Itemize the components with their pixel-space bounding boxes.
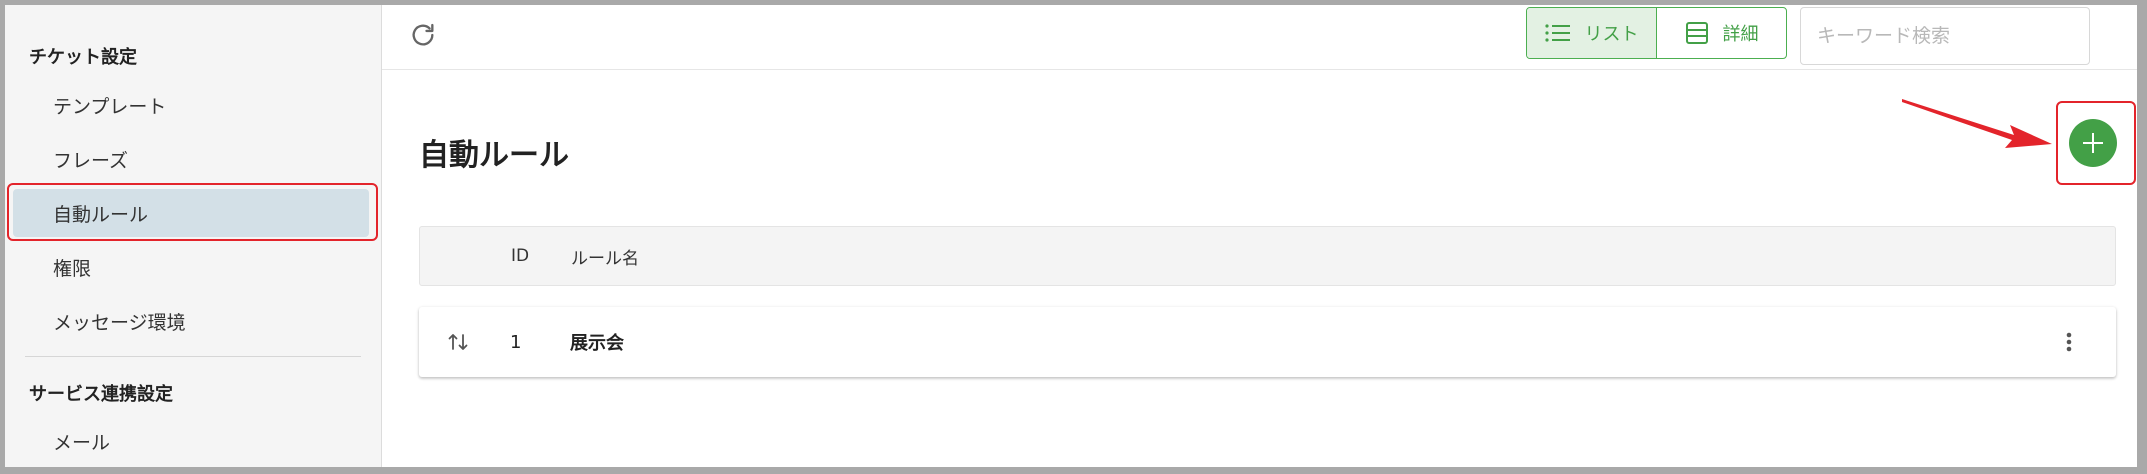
table-header: ID ルール名: [419, 226, 2116, 286]
detail-icon: [1685, 22, 1708, 44]
sidebar-item-mail[interactable]: メール: [13, 417, 369, 465]
sidebar-item-label: 権限: [53, 257, 92, 280]
view-toggle: リスト 詳細: [1526, 7, 1787, 59]
add-rule-button[interactable]: [2069, 119, 2117, 167]
sidebar-item-label: フレーズ: [53, 149, 129, 172]
sidebar-item-label: 自動ルール: [53, 203, 149, 226]
sidebar-item-permissions[interactable]: 権限: [13, 243, 369, 291]
column-header-rule-name: ルール名: [571, 248, 639, 269]
sidebar-item-phrases[interactable]: フレーズ: [13, 135, 369, 183]
sidebar-item-message-environment[interactable]: メッセージ環境: [13, 297, 369, 345]
row-rule-name[interactable]: 展示会: [570, 307, 624, 377]
sidebar-item-label: メッセージ環境: [53, 311, 186, 334]
refresh-button[interactable]: [406, 18, 440, 52]
annotation-arrow-icon: [1902, 99, 2052, 148]
row-menu-button[interactable]: [2059, 307, 2079, 377]
sort-arrows-icon: [448, 334, 468, 350]
page-title: 自動ルール: [419, 138, 569, 173]
view-detail-button[interactable]: 詳細: [1657, 8, 1786, 58]
sidebar-item-label: メール: [53, 431, 111, 454]
sidebar-item-auto-rules[interactable]: 自動ルール: [13, 189, 369, 237]
view-list-button[interactable]: リスト: [1527, 8, 1657, 58]
sidebar-section-ticket-settings: チケット設定: [29, 47, 137, 68]
column-header-id: ID: [511, 246, 530, 266]
sidebar-divider: [25, 356, 361, 357]
list-icon: [1544, 24, 1570, 42]
view-list-label: リスト: [1584, 24, 1639, 45]
drag-handle[interactable]: [447, 307, 469, 377]
search-input[interactable]: [1800, 7, 2090, 65]
sidebar-item-label: テンプレート: [53, 95, 167, 118]
row-id: 1: [510, 331, 522, 353]
plus-icon: [2083, 133, 2103, 153]
sidebar-item-templates[interactable]: テンプレート: [13, 81, 369, 129]
app-window: チケット設定 テンプレート フレーズ 自動ルール 権限 メッセージ環境 サービス…: [5, 5, 2137, 467]
table-row[interactable]: 1 展示会: [419, 307, 2116, 377]
sidebar-section-service-integration: サービス連携設定: [29, 384, 173, 405]
toolbar: リスト 詳細: [382, 5, 2137, 70]
more-vert-icon: [2066, 332, 2072, 352]
sidebar: チケット設定 テンプレート フレーズ 自動ルール 権限 メッセージ環境 サービス…: [5, 5, 382, 467]
refresh-icon: [412, 23, 434, 46]
view-detail-label: 詳細: [1722, 24, 1759, 45]
main-content: リスト 詳細 自動ルール: [382, 5, 2137, 467]
